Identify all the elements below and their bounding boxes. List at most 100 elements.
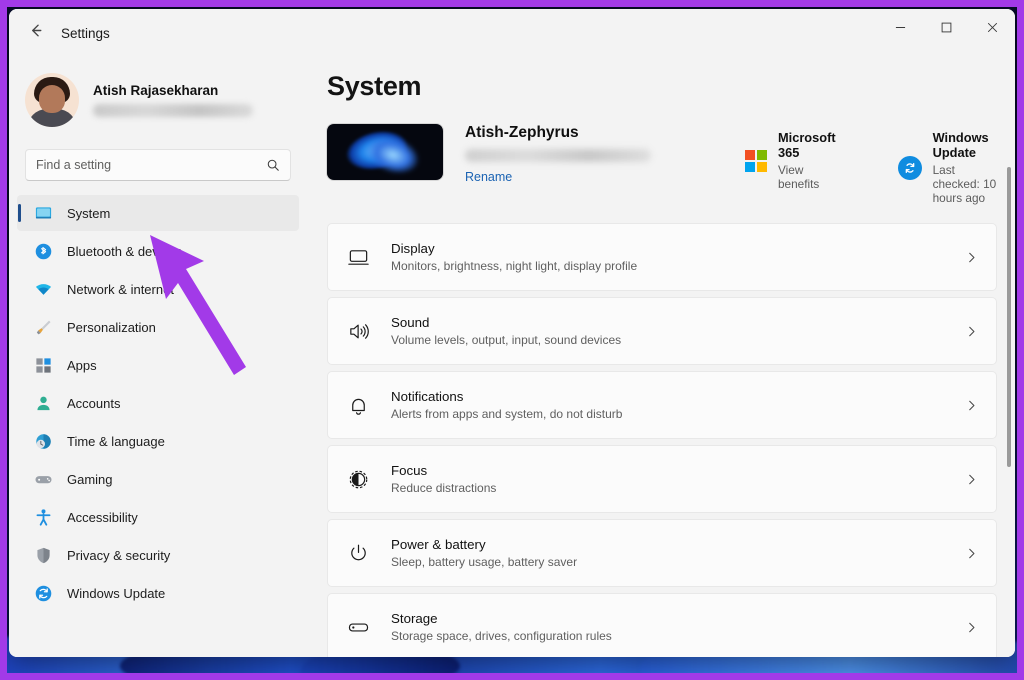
microsoft-logo-icon xyxy=(745,149,767,172)
rename-link[interactable]: Rename xyxy=(465,170,512,184)
device-model-redacted xyxy=(465,149,651,162)
account-email-redacted xyxy=(93,104,253,117)
avatar xyxy=(25,73,79,127)
row-subtitle: Storage space, drives, configuration rul… xyxy=(391,629,612,643)
sidebar-item-personalization[interactable]: Personalization xyxy=(17,309,299,345)
sidebar-item-apps[interactable]: Apps xyxy=(17,347,299,383)
account-name: Atish Rajasekharan xyxy=(93,83,219,98)
row-subtitle: Monitors, brightness, night light, displ… xyxy=(391,259,638,273)
sidebar-item-windows-update[interactable]: Windows Update xyxy=(17,575,299,611)
main-content: System Atish-Zephyrus Rename Microsoft 3… xyxy=(307,57,1015,657)
device-header: Atish-Zephyrus Rename Microsoft 365 View… xyxy=(327,124,997,205)
maximize-button[interactable] xyxy=(923,9,969,49)
card-title: Microsoft 365 xyxy=(778,130,836,160)
sidebar-item-label: Network & internet xyxy=(67,281,174,297)
settings-row-notifications[interactable]: Notifications Alerts from apps and syste… xyxy=(327,371,997,439)
sidebar-item-label: Windows Update xyxy=(67,585,166,601)
chevron-right-icon xyxy=(965,399,978,412)
row-subtitle: Sleep, battery usage, battery saver xyxy=(391,555,578,569)
row-title: Power & battery xyxy=(391,537,486,552)
sidebar-item-system[interactable]: System xyxy=(17,195,299,231)
card-title: Windows Update xyxy=(932,130,989,160)
sidebar-item-accounts[interactable]: Accounts xyxy=(17,385,299,421)
search-box[interactable] xyxy=(25,149,291,181)
title-bar: Settings xyxy=(9,9,1015,57)
settings-row-power-battery[interactable]: Power & battery Sleep, battery usage, ba… xyxy=(327,519,997,587)
sidebar-item-label: Gaming xyxy=(67,471,113,487)
clock-globe-icon xyxy=(33,431,53,451)
chevron-right-icon xyxy=(965,621,978,634)
settings-row-sound[interactable]: Sound Volume levels, output, input, soun… xyxy=(327,297,997,365)
device-thumbnail xyxy=(327,124,443,180)
search-input[interactable] xyxy=(36,158,266,172)
windows-update-card[interactable]: Windows Update Last checked: 10 hours ag… xyxy=(897,130,997,205)
account-block[interactable]: Atish Rajasekharan xyxy=(17,57,299,135)
sidebar-item-label: Privacy & security xyxy=(67,547,171,563)
chevron-right-icon xyxy=(965,325,978,338)
card-subtitle: Last checked: 10 hours ago xyxy=(932,163,997,205)
sidebar-item-accessibility[interactable]: Accessibility xyxy=(17,499,299,535)
microsoft-365-card[interactable]: Microsoft 365 View benefits xyxy=(745,130,836,191)
sidebar: Atish Rajasekharan Find a setting System… xyxy=(9,57,307,657)
row-subtitle: Alerts from apps and system, do not dist… xyxy=(391,407,623,421)
search-icon[interactable] xyxy=(266,158,280,172)
chevron-right-icon xyxy=(965,547,978,560)
settings-row-display[interactable]: Display Monitors, brightness, night ligh… xyxy=(327,223,997,291)
sidebar-item-bluetooth-devices[interactable]: Bluetooth & devices xyxy=(17,233,299,269)
power-icon xyxy=(345,540,371,566)
sidebar-item-label: Accounts xyxy=(67,395,121,411)
page-title: System xyxy=(327,71,422,101)
sidebar-item-gaming[interactable]: Gaming xyxy=(17,461,299,497)
main-scrollbar[interactable] xyxy=(1007,167,1011,467)
sidebar-item-label: Accessibility xyxy=(67,509,138,525)
gamepad-icon xyxy=(33,469,53,489)
sidebar-nav: System Bluetooth & devices Network & int… xyxy=(17,195,299,613)
shield-icon xyxy=(33,545,53,565)
card-subtitle: View benefits xyxy=(778,163,820,191)
settings-list: Display Monitors, brightness, night ligh… xyxy=(323,223,997,657)
sidebar-item-label: Personalization xyxy=(67,319,156,335)
update-icon xyxy=(897,155,922,180)
settings-row-focus[interactable]: Focus Reduce distractions xyxy=(327,445,997,513)
row-title: Storage xyxy=(391,611,438,626)
bluetooth-icon xyxy=(33,241,53,261)
close-button[interactable] xyxy=(969,9,1015,49)
sidebar-item-label: Time & language xyxy=(67,433,165,449)
sidebar-item-label: Bluetooth & devices xyxy=(67,243,182,259)
person-icon xyxy=(33,393,53,413)
minimize-icon xyxy=(895,20,906,38)
row-title: Sound xyxy=(391,315,430,330)
row-title: Display xyxy=(391,241,435,256)
row-subtitle: Volume levels, output, input, sound devi… xyxy=(391,333,622,347)
device-name: Atish-Zephyrus xyxy=(465,124,579,141)
focus-icon xyxy=(345,466,371,492)
settings-row-storage[interactable]: Storage Storage space, drives, configura… xyxy=(327,593,997,657)
window-body: Atish Rajasekharan Find a setting System… xyxy=(9,57,1015,657)
accessibility-icon xyxy=(33,507,53,527)
window-controls xyxy=(877,9,1015,57)
sidebar-item-label: Apps xyxy=(67,357,97,373)
row-subtitle: Reduce distractions xyxy=(391,481,497,495)
sidebar-item-network-internet[interactable]: Network & internet xyxy=(17,271,299,307)
desktop-background: Settings Atish Rajasekharan Find a setti… xyxy=(0,0,1024,680)
update-icon xyxy=(33,583,53,603)
monitor-icon xyxy=(345,244,371,270)
apps-grid-icon xyxy=(33,355,53,375)
sidebar-item-time-language[interactable]: Time & language xyxy=(17,423,299,459)
row-title: Focus xyxy=(391,463,428,478)
app-title: Settings xyxy=(61,25,110,41)
back-arrow-icon xyxy=(28,22,45,44)
wifi-icon xyxy=(33,279,53,299)
sidebar-item-privacy-security[interactable]: Privacy & security xyxy=(17,537,299,573)
paintbrush-icon xyxy=(33,317,53,337)
row-title: Notifications xyxy=(391,389,464,404)
bell-icon xyxy=(345,392,371,418)
close-icon xyxy=(987,20,998,38)
back-button[interactable] xyxy=(19,18,53,48)
maximize-icon xyxy=(941,20,952,38)
minimize-button[interactable] xyxy=(877,9,923,49)
settings-window: Settings Atish Rajasekharan Find a setti… xyxy=(9,9,1015,657)
sidebar-item-label: System xyxy=(67,205,111,221)
chevron-right-icon xyxy=(965,251,978,264)
speaker-icon xyxy=(345,318,371,344)
